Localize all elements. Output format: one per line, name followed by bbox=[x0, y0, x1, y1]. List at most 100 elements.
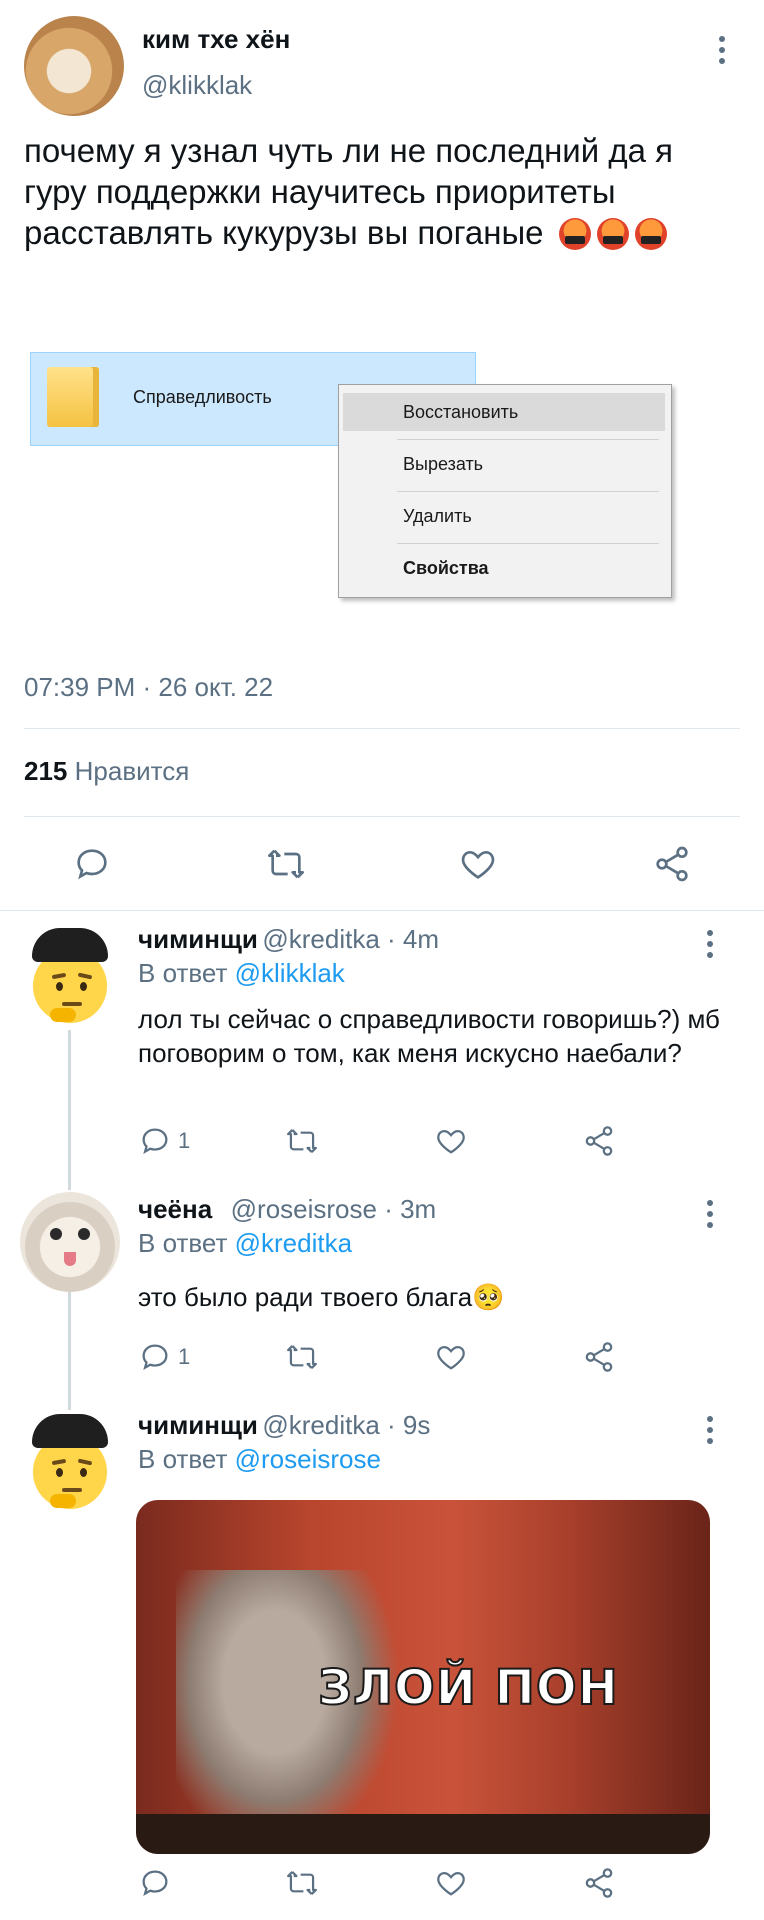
mouth bbox=[62, 1488, 82, 1492]
reply-author-name[interactable]: чиминщи bbox=[138, 1410, 258, 1440]
cap-shape bbox=[32, 928, 108, 962]
share-button[interactable] bbox=[582, 1124, 616, 1158]
reply-to-prefix: В ответ bbox=[138, 1228, 228, 1258]
reply-icon bbox=[142, 1344, 168, 1370]
desk bbox=[136, 1814, 710, 1854]
share-button[interactable] bbox=[582, 1340, 616, 1374]
retweet-button[interactable] bbox=[284, 1866, 320, 1900]
like-button[interactable] bbox=[434, 1124, 468, 1158]
gif-caption: ЗЛОЙ ПОН bbox=[317, 1659, 619, 1717]
likes-count: 215 bbox=[24, 756, 68, 786]
reply-meta: @kreditka · 9s bbox=[262, 1410, 431, 1440]
eye bbox=[56, 982, 63, 991]
thread-line bbox=[68, 1030, 71, 1190]
share-icon bbox=[585, 1126, 613, 1156]
heart-icon bbox=[461, 850, 495, 879]
more-options-icon[interactable] bbox=[716, 36, 728, 69]
context-menu-item-properties: Свойства bbox=[403, 558, 489, 578]
share-icon bbox=[585, 1868, 613, 1898]
brow bbox=[51, 1458, 67, 1466]
reply-to-line: В ответ @roseisrose bbox=[138, 1444, 381, 1475]
brow bbox=[77, 972, 93, 980]
reply-icon bbox=[142, 1128, 168, 1154]
likes-summary[interactable]: 215 Нравится bbox=[24, 756, 189, 787]
share-button[interactable] bbox=[652, 844, 692, 884]
cursing-face-emoji-icon bbox=[634, 218, 667, 250]
thread-line bbox=[68, 1290, 71, 1410]
divider bbox=[24, 816, 740, 817]
like-button[interactable] bbox=[434, 1866, 468, 1900]
reply-to-prefix: В ответ bbox=[138, 1444, 228, 1474]
reply-button[interactable]: 1 bbox=[138, 1340, 190, 1374]
reply-icon bbox=[77, 849, 107, 880]
brow bbox=[77, 1458, 93, 1466]
eye bbox=[50, 1228, 62, 1240]
share-icon bbox=[656, 846, 688, 882]
retweet-button[interactable] bbox=[284, 1340, 320, 1374]
reply-author-name[interactable]: чиминщи bbox=[138, 924, 258, 954]
reply-to-line: В ответ @klikklak bbox=[138, 958, 345, 989]
like-button[interactable] bbox=[458, 844, 498, 884]
more-options-icon[interactable] bbox=[704, 1416, 716, 1449]
author-handle[interactable]: @klikklak bbox=[142, 70, 252, 101]
folder-label: Справедливость bbox=[133, 387, 272, 407]
cursing-face-emoji-icon bbox=[596, 218, 629, 250]
reply-avatar[interactable] bbox=[20, 1410, 120, 1510]
menu-divider bbox=[397, 543, 659, 544]
reply-button[interactable]: 1 bbox=[138, 1124, 190, 1158]
cap-shape bbox=[32, 1414, 108, 1448]
reply-to-line: В ответ @kreditka bbox=[138, 1228, 352, 1259]
likes-label: Нравится bbox=[74, 756, 190, 786]
hand bbox=[50, 1494, 76, 1508]
eye bbox=[78, 1228, 90, 1240]
brow bbox=[51, 972, 67, 980]
cursing-face-emoji-icon bbox=[558, 218, 591, 250]
tweet-text: почему я узнал чуть ли не последний да я… bbox=[24, 130, 744, 253]
share-button[interactable] bbox=[582, 1866, 616, 1900]
reply-count: 1 bbox=[178, 1128, 191, 1153]
author-name[interactable]: ким тхе хён bbox=[142, 24, 290, 55]
reply-button[interactable] bbox=[138, 1866, 172, 1900]
retweet-button[interactable] bbox=[264, 844, 308, 884]
heart-icon bbox=[437, 1129, 465, 1154]
reply-author-name[interactable]: чеёна bbox=[138, 1194, 212, 1224]
folder-icon bbox=[47, 367, 99, 427]
reply-to-link[interactable]: @kreditka bbox=[235, 1228, 352, 1258]
eye bbox=[56, 1468, 63, 1477]
reply-header: чиминщи @kreditka · 9s bbox=[138, 1410, 430, 1441]
reply-to-link[interactable]: @roseisrose bbox=[235, 1444, 381, 1474]
eye bbox=[80, 982, 87, 991]
tongue bbox=[64, 1252, 76, 1266]
reply-avatar[interactable] bbox=[20, 1192, 120, 1292]
context-menu: Восстановить Вырезать Удалить Свойства bbox=[338, 384, 672, 598]
reply-header: чиминщи @kreditka · 4m bbox=[138, 924, 439, 955]
heart-icon bbox=[437, 1345, 465, 1370]
reply-to-link[interactable]: @klikklak bbox=[235, 958, 345, 988]
more-options-icon[interactable] bbox=[704, 1200, 716, 1233]
share-icon bbox=[585, 1342, 613, 1372]
context-menu-item-cut: Вырезать bbox=[403, 454, 484, 474]
like-button[interactable] bbox=[434, 1340, 468, 1374]
hand bbox=[50, 1008, 76, 1022]
context-menu-item-delete: Удалить bbox=[403, 506, 472, 526]
tweet-timestamp[interactable]: 07:39 PM · 26 окт. 22 bbox=[24, 672, 273, 703]
divider bbox=[0, 910, 764, 911]
reply-meta: @kreditka · 4m bbox=[262, 924, 440, 954]
reply-text: лол ты сейчас о справедливости говоришь?… bbox=[138, 1004, 720, 1068]
divider bbox=[24, 728, 740, 729]
retweet-button[interactable] bbox=[284, 1124, 320, 1158]
eye bbox=[80, 1468, 87, 1477]
reply-avatar[interactable] bbox=[20, 924, 120, 1024]
reply-text: это было ради твоего блага🥺 bbox=[138, 1282, 505, 1312]
menu-divider bbox=[397, 439, 659, 440]
reply-meta: @roseisrose · 3m bbox=[230, 1194, 437, 1224]
retweet-icon bbox=[287, 1345, 317, 1369]
mouth bbox=[62, 1002, 82, 1006]
author-avatar[interactable] bbox=[24, 16, 124, 116]
heart-icon bbox=[437, 1871, 465, 1896]
retweet-icon bbox=[287, 1129, 317, 1153]
reply-gif[interactable]: ЗЛОЙ ПОН bbox=[136, 1500, 710, 1854]
reply-icon bbox=[142, 1870, 168, 1896]
more-options-icon[interactable] bbox=[704, 930, 716, 963]
reply-button[interactable] bbox=[72, 844, 112, 884]
